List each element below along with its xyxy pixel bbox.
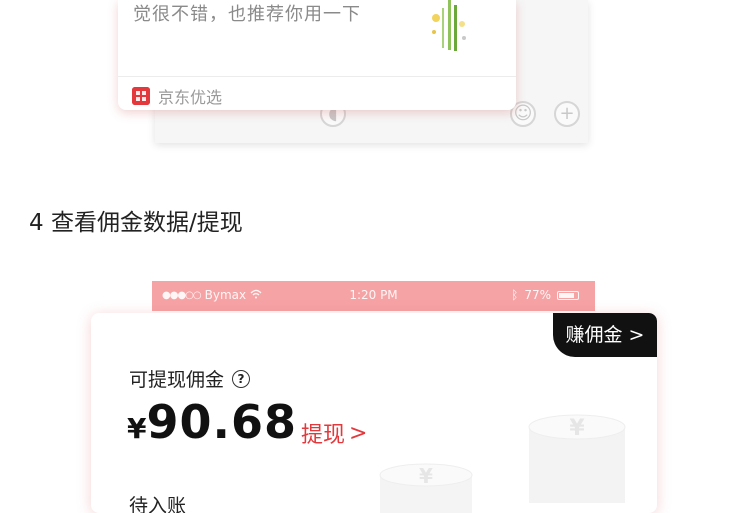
- battery-percent: 77%: [524, 288, 551, 302]
- withdraw-label: 提现: [301, 423, 346, 448]
- coin-stack-icon: ¥: [528, 414, 626, 503]
- status-bar: ●●●○○ Bymax 1:20 PM ᛒ 77%: [152, 281, 595, 311]
- withdraw-link[interactable]: 提现 >: [301, 417, 367, 449]
- earn-commission-button[interactable]: 赚佣金 >: [553, 313, 657, 357]
- share-source: 京东优选: [132, 84, 222, 108]
- source-label: 京东优选: [158, 88, 223, 107]
- jd-logo-icon: [132, 87, 150, 105]
- commission-amount: ¥ 90.68: [127, 395, 297, 449]
- svg-text:¥: ¥: [569, 416, 585, 441]
- battery-icon: [557, 290, 579, 300]
- svg-text:¥: ¥: [419, 464, 433, 488]
- help-icon[interactable]: ?: [232, 369, 251, 388]
- amount-value: 90.68: [146, 395, 297, 449]
- withdrawable-commission-label: 可提现佣金 ?: [129, 365, 251, 392]
- pending-commission-label: 待入账: [129, 495, 187, 513]
- coin-stack-icon: ¥: [379, 463, 473, 513]
- withdrawable-label-text: 可提现佣金: [129, 369, 225, 391]
- currency-symbol: ¥: [127, 412, 147, 445]
- chevron-right-icon: >: [349, 420, 368, 446]
- divider: [118, 76, 516, 77]
- plus-icon[interactable]: +: [554, 101, 580, 127]
- bluetooth-icon: ᛒ: [511, 288, 519, 302]
- section-heading: 4 查看佣金数据/提现: [29, 210, 243, 236]
- commission-card: 赚佣金 > 可提现佣金 ? ¥ 90.68 提现 > ¥ ¥ 待入账: [91, 313, 657, 513]
- product-thumbnail: [428, 0, 468, 55]
- shared-product-card[interactable]: 觉很不错，也推荐你用一下 京东优选: [118, 0, 516, 110]
- status-battery: ᛒ 77%: [511, 288, 579, 302]
- share-message: 觉很不错，也推荐你用一下: [133, 4, 361, 25]
